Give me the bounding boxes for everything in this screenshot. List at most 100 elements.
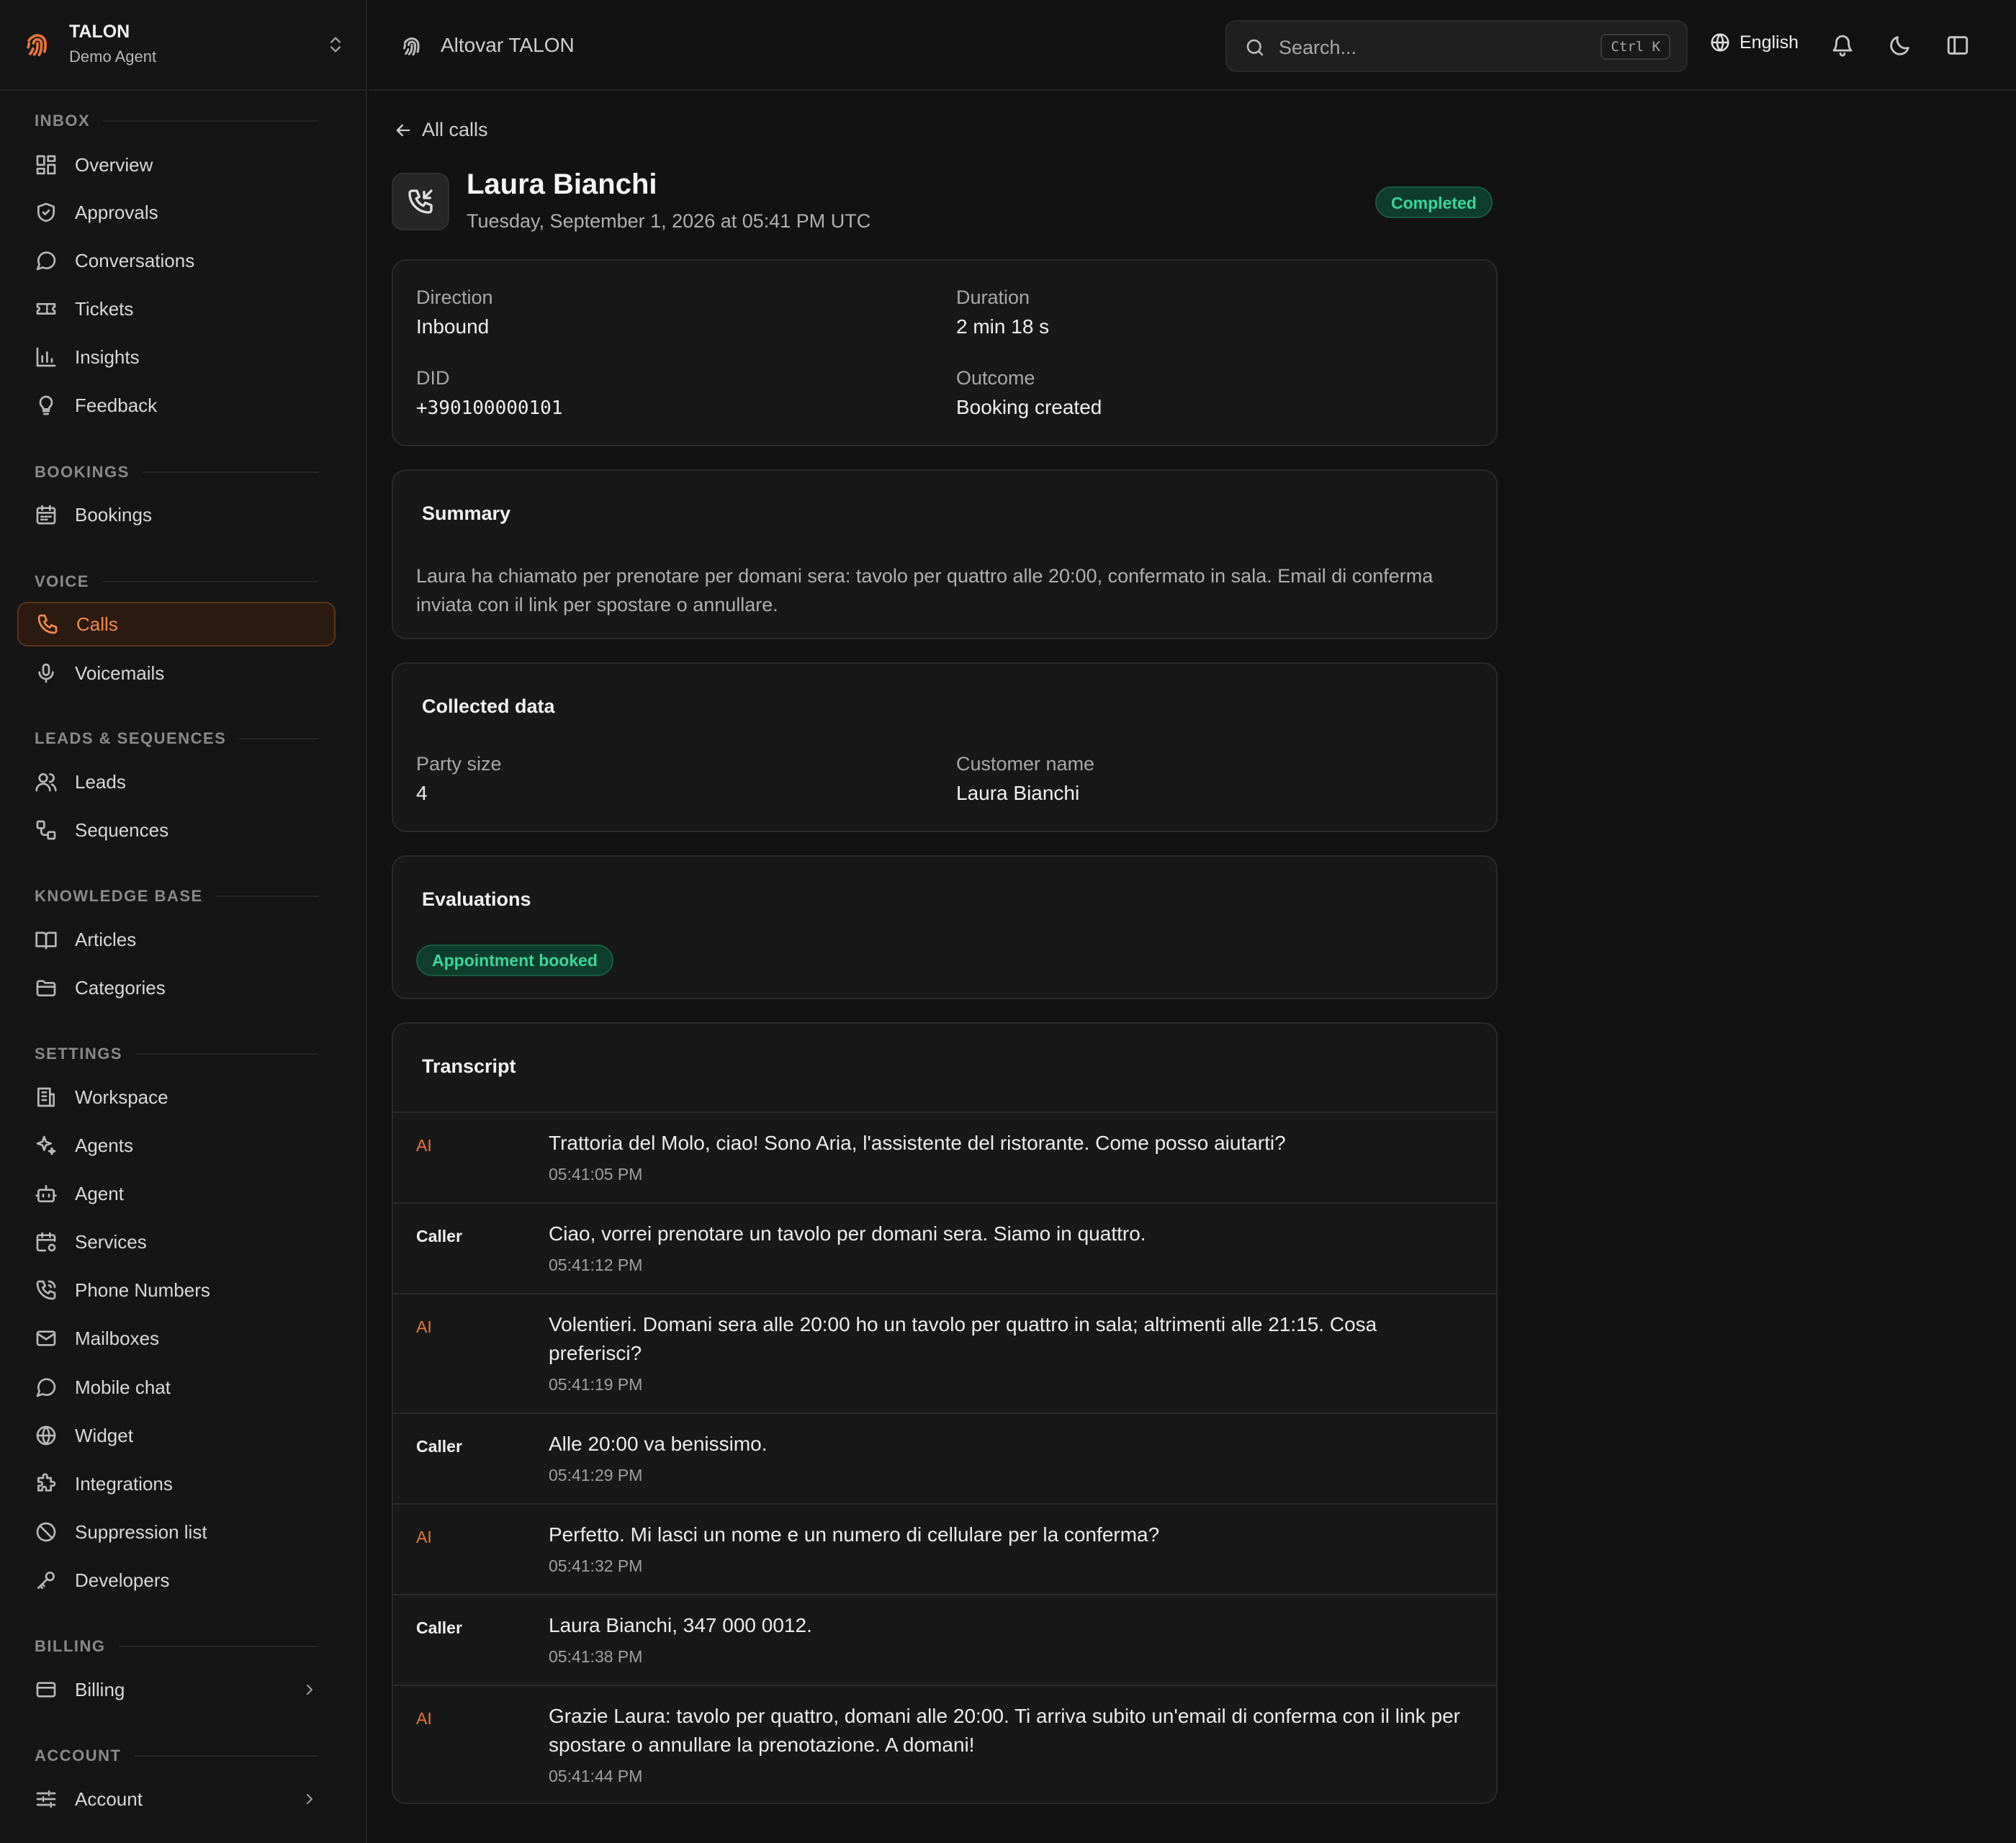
sidebar-item-services[interactable]: Services bbox=[17, 1220, 336, 1264]
bell-icon[interactable] bbox=[1830, 33, 1855, 58]
outcome-label: Outcome bbox=[956, 367, 1035, 389]
chevron-right-icon bbox=[307, 1794, 312, 1804]
section-label-billing: BILLING bbox=[35, 1637, 318, 1656]
fingerprint-icon bbox=[403, 37, 420, 56]
sidebar-toggle-icon[interactable] bbox=[1945, 33, 1970, 58]
sidebar-item-articles[interactable]: Articles bbox=[17, 917, 336, 962]
sidebar-item-label: Voicemails bbox=[75, 662, 165, 684]
search-input[interactable]: Search... Ctrl K bbox=[1225, 20, 1688, 72]
sidebar-item-label: Integrations bbox=[75, 1472, 173, 1495]
status-badge: Completed bbox=[1375, 186, 1493, 218]
speaker-label: AI bbox=[416, 1317, 432, 1336]
workspace-switcher[interactable]: TALON Demo Agent bbox=[0, 0, 366, 91]
speaker-label: AI bbox=[416, 1528, 432, 1546]
direction-label: Direction bbox=[416, 287, 493, 308]
sidebar-item-agents[interactable]: Agents bbox=[17, 1123, 336, 1168]
sidebar-item-overview[interactable]: Overview bbox=[17, 143, 336, 187]
sidebar-item-agent[interactable]: Agent bbox=[17, 1171, 336, 1216]
calendar-icon bbox=[36, 505, 56, 525]
party-size-value: 4 bbox=[416, 782, 428, 804]
language-selector[interactable]: English bbox=[1709, 32, 1799, 53]
transcript-text: Grazie Laura: tavolo per quattro, domani… bbox=[549, 1705, 1461, 1756]
bar-chart-icon bbox=[36, 347, 56, 367]
sidebar-item-label: Articles bbox=[75, 928, 137, 950]
sidebar-item-label: Calls bbox=[76, 613, 118, 635]
sidebar-item-widget[interactable]: Widget bbox=[17, 1413, 336, 1458]
transcript-time: 05:41:05 PM bbox=[549, 1165, 643, 1184]
transcript-time: 05:41:44 PM bbox=[549, 1767, 643, 1785]
sidebar-item-feedback[interactable]: Feedback bbox=[17, 383, 336, 428]
sidebar-item-voicemails[interactable]: Voicemails bbox=[17, 651, 336, 695]
sidebar-item-workspace[interactable]: Workspace bbox=[17, 1075, 336, 1119]
section-label-settings: SETTINGS bbox=[35, 1045, 318, 1063]
did-label: DID bbox=[416, 367, 450, 389]
top-header: Altovar TALON Search... Ctrl K English bbox=[369, 0, 2016, 91]
transcript-time: 05:41:19 PM bbox=[549, 1375, 643, 1394]
sidebar-item-approvals[interactable]: Approvals bbox=[17, 190, 336, 235]
section-label-inbox: INBOX bbox=[35, 112, 318, 130]
sidebar-item-billing[interactable]: Billing bbox=[17, 1667, 336, 1712]
collected-data-title: Collected data bbox=[422, 695, 555, 717]
phone-incoming-icon bbox=[408, 189, 433, 214]
customer-name-label: Customer name bbox=[956, 753, 1095, 775]
transcript-time: 05:41:29 PM bbox=[549, 1466, 643, 1484]
sidebar-item-mobile-chat[interactable]: Mobile chat bbox=[17, 1365, 336, 1410]
page-title: Laura Bianchi bbox=[467, 168, 657, 200]
ban-icon bbox=[36, 1522, 56, 1542]
sidebar-item-label: Leads bbox=[75, 770, 126, 793]
sidebar-item-categories[interactable]: Categories bbox=[17, 965, 336, 1010]
outcome-value: Booking created bbox=[956, 396, 1102, 418]
back-to-all-calls-link[interactable]: All calls bbox=[393, 119, 488, 141]
transcript-card: Transcript AI Trattoria del Molo, ciao! … bbox=[392, 1022, 1498, 1804]
brand-subtitle: Demo Agent bbox=[69, 48, 157, 66]
transcript-time: 05:41:12 PM bbox=[549, 1256, 643, 1274]
sidebar-item-sequences[interactable]: Sequences bbox=[17, 808, 336, 852]
sidebar-item-tickets[interactable]: Tickets bbox=[17, 287, 336, 331]
mail-icon bbox=[36, 1330, 56, 1346]
evaluation-badge: Appointment booked bbox=[416, 945, 613, 976]
party-size-label: Party size bbox=[416, 753, 502, 775]
transcript-time: 05:41:32 PM bbox=[549, 1556, 643, 1575]
speaker-label: Caller bbox=[416, 1618, 462, 1637]
customer-name-value: Laura Bianchi bbox=[956, 782, 1080, 804]
incoming-call-badge bbox=[392, 173, 449, 230]
sidebar-item-leads[interactable]: Leads bbox=[17, 760, 336, 804]
transcript-text: Perfetto. Mi lasci un nome e un numero d… bbox=[549, 1523, 1160, 1546]
bot-icon bbox=[35, 1185, 57, 1202]
workflow-icon bbox=[36, 820, 56, 840]
sidebar-item-label: Mailboxes bbox=[75, 1327, 160, 1349]
speaker-label: AI bbox=[416, 1709, 432, 1728]
sidebar-item-label: Insights bbox=[75, 346, 140, 368]
globe-icon bbox=[36, 1425, 56, 1446]
sidebar-item-label: Workspace bbox=[75, 1086, 168, 1108]
sidebar-item-insights[interactable]: Insights bbox=[17, 335, 336, 379]
moon-icon[interactable] bbox=[1888, 33, 1912, 58]
arrow-left-icon bbox=[396, 124, 410, 136]
sidebar-item-integrations[interactable]: Integrations bbox=[17, 1461, 336, 1506]
summary-card: Summary Laura ha chiamato per prenotare … bbox=[392, 469, 1498, 639]
evaluations-title: Evaluations bbox=[422, 888, 531, 910]
sidebar-item-conversations[interactable]: Conversations bbox=[17, 238, 336, 283]
sidebar-item-calls[interactable]: Calls bbox=[17, 602, 336, 646]
speaker-label: Caller bbox=[416, 1227, 462, 1245]
chat-bubble-icon bbox=[36, 251, 56, 271]
sidebar-item-suppression-list[interactable]: Suppression list bbox=[17, 1510, 336, 1554]
building-icon bbox=[37, 1087, 55, 1107]
speaker-label: Caller bbox=[416, 1437, 462, 1456]
sidebar-item-developers[interactable]: Developers bbox=[17, 1558, 336, 1603]
sidebar-item-label: Feedback bbox=[75, 394, 158, 416]
sidebar-item-label: Bookings bbox=[75, 503, 152, 526]
phone-call-icon bbox=[36, 1280, 56, 1300]
chevrons-up-down-icon bbox=[330, 37, 341, 53]
chat-bubble-icon bbox=[36, 1378, 56, 1397]
sidebar-item-mailboxes[interactable]: Mailboxes bbox=[17, 1316, 336, 1361]
shield-check-icon bbox=[37, 202, 55, 222]
call-datetime: Tuesday, September 1, 2026 at 05:41 PM U… bbox=[467, 210, 871, 232]
sidebar-item-bookings[interactable]: Bookings bbox=[17, 492, 336, 537]
sidebar-item-account[interactable]: Account bbox=[17, 1777, 336, 1821]
users-icon bbox=[35, 773, 57, 792]
sidebar-item-phone-numbers[interactable]: Phone Numbers bbox=[17, 1268, 336, 1312]
transcript-text: Alle 20:00 va benissimo. bbox=[549, 1433, 768, 1455]
transcript-text: Laura Bianchi, 347 000 0012. bbox=[549, 1614, 812, 1636]
back-link-label: All calls bbox=[422, 119, 488, 140]
